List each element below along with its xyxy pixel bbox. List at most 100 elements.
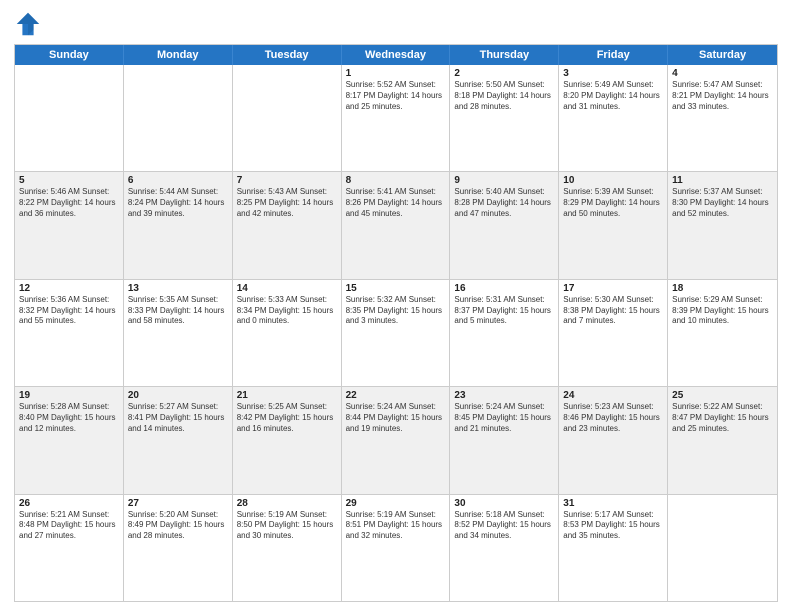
cell-info: Sunrise: 5:43 AM Sunset: 8:25 PM Dayligh… [237,187,337,219]
day-number: 12 [19,283,119,294]
cell-info: Sunrise: 5:20 AM Sunset: 8:49 PM Dayligh… [128,510,228,542]
cell-info: Sunrise: 5:52 AM Sunset: 8:17 PM Dayligh… [346,80,446,112]
cell-info: Sunrise: 5:40 AM Sunset: 8:28 PM Dayligh… [454,187,554,219]
day-number: 6 [128,175,228,186]
calendar-cell-r4-c1: 27Sunrise: 5:20 AM Sunset: 8:49 PM Dayli… [124,495,233,601]
calendar-cell-r4-c2: 28Sunrise: 5:19 AM Sunset: 8:50 PM Dayli… [233,495,342,601]
cell-info: Sunrise: 5:28 AM Sunset: 8:40 PM Dayligh… [19,402,119,434]
day-number: 9 [454,175,554,186]
day-number: 18 [672,283,773,294]
calendar-cell-r1-c6: 11Sunrise: 5:37 AM Sunset: 8:30 PM Dayli… [668,172,777,278]
cell-info: Sunrise: 5:19 AM Sunset: 8:50 PM Dayligh… [237,510,337,542]
day-number: 11 [672,175,773,186]
day-number: 26 [19,498,119,509]
day-number: 14 [237,283,337,294]
calendar-cell-r0-c3: 1Sunrise: 5:52 AM Sunset: 8:17 PM Daylig… [342,65,451,171]
header-day-friday: Friday [559,45,668,65]
cell-info: Sunrise: 5:17 AM Sunset: 8:53 PM Dayligh… [563,510,663,542]
header [14,10,778,38]
cell-info: Sunrise: 5:50 AM Sunset: 8:18 PM Dayligh… [454,80,554,112]
calendar-cell-r3-c6: 25Sunrise: 5:22 AM Sunset: 8:47 PM Dayli… [668,387,777,493]
calendar-cell-r2-c4: 16Sunrise: 5:31 AM Sunset: 8:37 PM Dayli… [450,280,559,386]
cell-info: Sunrise: 5:22 AM Sunset: 8:47 PM Dayligh… [672,402,773,434]
header-day-sunday: Sunday [15,45,124,65]
calendar-row-4: 26Sunrise: 5:21 AM Sunset: 8:48 PM Dayli… [15,494,777,601]
cell-info: Sunrise: 5:24 AM Sunset: 8:44 PM Dayligh… [346,402,446,434]
day-number: 31 [563,498,663,509]
calendar-row-0: 1Sunrise: 5:52 AM Sunset: 8:17 PM Daylig… [15,65,777,171]
day-number: 4 [672,68,773,79]
calendar-cell-r4-c4: 30Sunrise: 5:18 AM Sunset: 8:52 PM Dayli… [450,495,559,601]
calendar-cell-r1-c4: 9Sunrise: 5:40 AM Sunset: 8:28 PM Daylig… [450,172,559,278]
cell-info: Sunrise: 5:33 AM Sunset: 8:34 PM Dayligh… [237,295,337,327]
day-number: 21 [237,390,337,401]
cell-info: Sunrise: 5:37 AM Sunset: 8:30 PM Dayligh… [672,187,773,219]
cell-info: Sunrise: 5:29 AM Sunset: 8:39 PM Dayligh… [672,295,773,327]
cell-info: Sunrise: 5:44 AM Sunset: 8:24 PM Dayligh… [128,187,228,219]
calendar-cell-r1-c5: 10Sunrise: 5:39 AM Sunset: 8:29 PM Dayli… [559,172,668,278]
day-number: 27 [128,498,228,509]
cell-info: Sunrise: 5:18 AM Sunset: 8:52 PM Dayligh… [454,510,554,542]
calendar-cell-r3-c0: 19Sunrise: 5:28 AM Sunset: 8:40 PM Dayli… [15,387,124,493]
calendar-row-3: 19Sunrise: 5:28 AM Sunset: 8:40 PM Dayli… [15,386,777,493]
day-number: 15 [346,283,446,294]
header-day-monday: Monday [124,45,233,65]
calendar-cell-r0-c5: 3Sunrise: 5:49 AM Sunset: 8:20 PM Daylig… [559,65,668,171]
calendar: SundayMondayTuesdayWednesdayThursdayFrid… [14,44,778,602]
calendar-cell-r3-c4: 23Sunrise: 5:24 AM Sunset: 8:45 PM Dayli… [450,387,559,493]
cell-info: Sunrise: 5:23 AM Sunset: 8:46 PM Dayligh… [563,402,663,434]
day-number: 5 [19,175,119,186]
calendar-cell-r3-c1: 20Sunrise: 5:27 AM Sunset: 8:41 PM Dayli… [124,387,233,493]
day-number: 2 [454,68,554,79]
page: SundayMondayTuesdayWednesdayThursdayFrid… [0,0,792,612]
calendar-cell-r1-c2: 7Sunrise: 5:43 AM Sunset: 8:25 PM Daylig… [233,172,342,278]
calendar-cell-r0-c6: 4Sunrise: 5:47 AM Sunset: 8:21 PM Daylig… [668,65,777,171]
calendar-cell-r2-c0: 12Sunrise: 5:36 AM Sunset: 8:32 PM Dayli… [15,280,124,386]
calendar-cell-r3-c2: 21Sunrise: 5:25 AM Sunset: 8:42 PM Dayli… [233,387,342,493]
calendar-cell-r1-c1: 6Sunrise: 5:44 AM Sunset: 8:24 PM Daylig… [124,172,233,278]
day-number: 23 [454,390,554,401]
day-number: 28 [237,498,337,509]
day-number: 25 [672,390,773,401]
calendar-cell-r4-c3: 29Sunrise: 5:19 AM Sunset: 8:51 PM Dayli… [342,495,451,601]
calendar-cell-r2-c2: 14Sunrise: 5:33 AM Sunset: 8:34 PM Dayli… [233,280,342,386]
cell-info: Sunrise: 5:35 AM Sunset: 8:33 PM Dayligh… [128,295,228,327]
logo [14,10,46,38]
calendar-cell-r0-c2 [233,65,342,171]
cell-info: Sunrise: 5:24 AM Sunset: 8:45 PM Dayligh… [454,402,554,434]
cell-info: Sunrise: 5:21 AM Sunset: 8:48 PM Dayligh… [19,510,119,542]
day-number: 3 [563,68,663,79]
calendar-row-2: 12Sunrise: 5:36 AM Sunset: 8:32 PM Dayli… [15,279,777,386]
cell-info: Sunrise: 5:27 AM Sunset: 8:41 PM Dayligh… [128,402,228,434]
calendar-cell-r2-c3: 15Sunrise: 5:32 AM Sunset: 8:35 PM Dayli… [342,280,451,386]
cell-info: Sunrise: 5:32 AM Sunset: 8:35 PM Dayligh… [346,295,446,327]
calendar-cell-r1-c3: 8Sunrise: 5:41 AM Sunset: 8:26 PM Daylig… [342,172,451,278]
calendar-cell-r3-c3: 22Sunrise: 5:24 AM Sunset: 8:44 PM Dayli… [342,387,451,493]
calendar-cell-r0-c0 [15,65,124,171]
calendar-cell-r3-c5: 24Sunrise: 5:23 AM Sunset: 8:46 PM Dayli… [559,387,668,493]
calendar-cell-r4-c0: 26Sunrise: 5:21 AM Sunset: 8:48 PM Dayli… [15,495,124,601]
header-day-tuesday: Tuesday [233,45,342,65]
day-number: 29 [346,498,446,509]
calendar-cell-r4-c6 [668,495,777,601]
calendar-cell-r2-c6: 18Sunrise: 5:29 AM Sunset: 8:39 PM Dayli… [668,280,777,386]
calendar-cell-r4-c5: 31Sunrise: 5:17 AM Sunset: 8:53 PM Dayli… [559,495,668,601]
calendar-header: SundayMondayTuesdayWednesdayThursdayFrid… [15,45,777,65]
header-day-wednesday: Wednesday [342,45,451,65]
day-number: 22 [346,390,446,401]
cell-info: Sunrise: 5:46 AM Sunset: 8:22 PM Dayligh… [19,187,119,219]
calendar-cell-r0-c4: 2Sunrise: 5:50 AM Sunset: 8:18 PM Daylig… [450,65,559,171]
day-number: 24 [563,390,663,401]
day-number: 20 [128,390,228,401]
day-number: 13 [128,283,228,294]
day-number: 19 [19,390,119,401]
day-number: 8 [346,175,446,186]
day-number: 10 [563,175,663,186]
header-day-saturday: Saturday [668,45,777,65]
calendar-row-1: 5Sunrise: 5:46 AM Sunset: 8:22 PM Daylig… [15,171,777,278]
day-number: 7 [237,175,337,186]
logo-icon [14,10,42,38]
cell-info: Sunrise: 5:47 AM Sunset: 8:21 PM Dayligh… [672,80,773,112]
cell-info: Sunrise: 5:25 AM Sunset: 8:42 PM Dayligh… [237,402,337,434]
cell-info: Sunrise: 5:30 AM Sunset: 8:38 PM Dayligh… [563,295,663,327]
